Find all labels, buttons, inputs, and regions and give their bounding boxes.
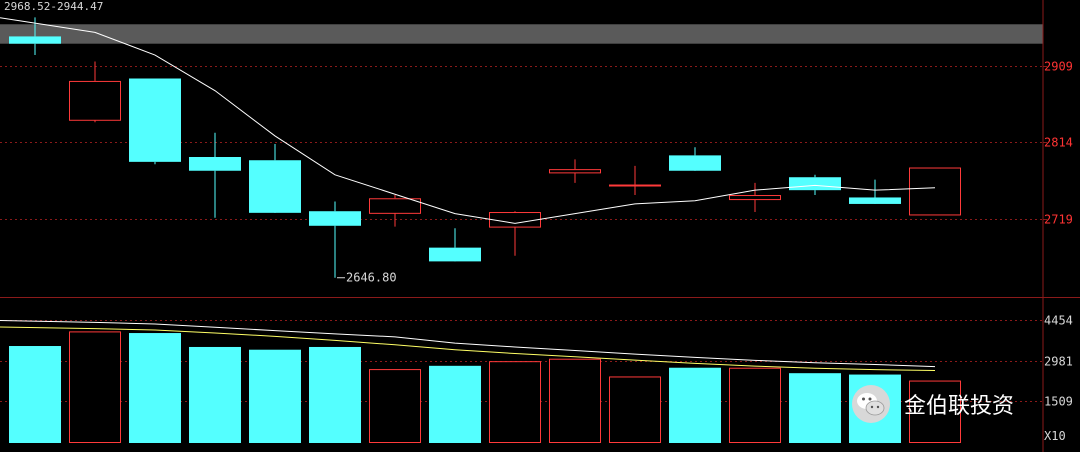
candle-body [369, 198, 421, 214]
volume-bar [789, 373, 841, 443]
volume-bar [9, 346, 61, 443]
candle-body [489, 212, 541, 228]
candle-body [549, 169, 601, 174]
candle-body [129, 78, 181, 162]
price-tick-label: 2814 [1044, 136, 1073, 150]
min-annotation: 2646.80 [346, 271, 397, 285]
volume-bar [429, 365, 481, 443]
volume-bar [309, 346, 361, 443]
candle-body [309, 211, 361, 226]
price-tick-label: 2909 [1044, 60, 1073, 74]
volume-bar [369, 369, 421, 444]
candle-body [729, 195, 781, 201]
volume-bar [69, 331, 121, 443]
volume-bar [249, 349, 301, 443]
candle-body [609, 184, 661, 187]
price-tick-label: 2719 [1044, 213, 1073, 227]
volume-tick-label: 1509 [1044, 395, 1073, 409]
candle-body [249, 160, 301, 213]
watermark: 金伯联投资 [848, 382, 1014, 426]
candle-body [849, 197, 901, 204]
volume-tick-label: 2981 [1044, 355, 1073, 369]
highlight-band [0, 24, 1043, 44]
candle-body [9, 36, 61, 44]
candle-body [69, 80, 121, 121]
candle-body [429, 247, 481, 262]
volume-bar [189, 346, 241, 443]
candle-body [669, 155, 721, 171]
volume-tick-label: 4454 [1044, 314, 1073, 328]
candle-body [789, 177, 841, 191]
volume-bar [129, 333, 181, 443]
candle-body [909, 167, 961, 216]
watermark-text: 金伯联投资 [904, 394, 1015, 419]
volume-unit-label: X10 [1044, 429, 1066, 443]
wechat-icon [852, 385, 890, 423]
volume-bar [549, 358, 601, 444]
volume-bar [669, 367, 721, 443]
price-range-label: 2968.52-2944.47 [4, 0, 104, 13]
volume-bar [729, 367, 781, 444]
volume-bar [609, 376, 661, 444]
volume-bar [489, 361, 541, 443]
candle-body [189, 156, 241, 171]
